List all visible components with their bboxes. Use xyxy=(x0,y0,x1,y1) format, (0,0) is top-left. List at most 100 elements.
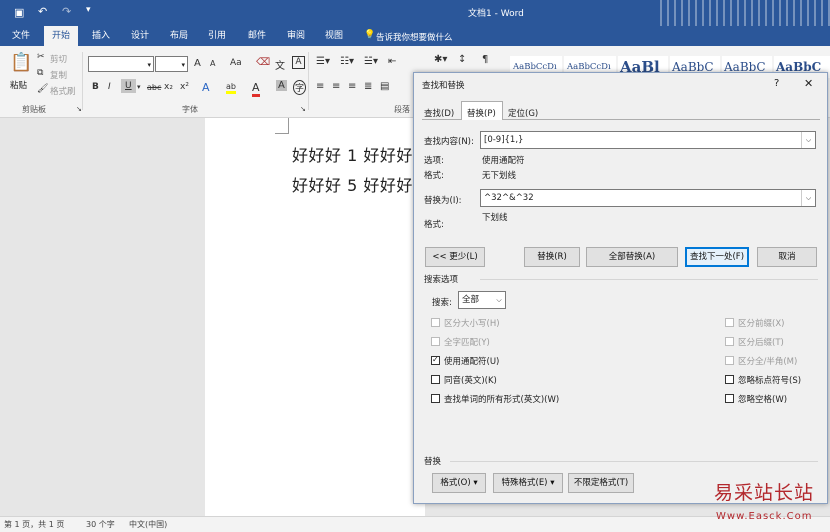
chevron-down-icon[interactable]: ⌵ xyxy=(493,292,505,308)
replace-format-value: 下划线 xyxy=(482,213,508,223)
underline-button[interactable]: U xyxy=(121,79,136,93)
align-center-icon[interactable]: ≡ xyxy=(332,81,340,92)
left-option-checkbox[interactable]: ✓ xyxy=(431,355,440,365)
format-painter-button[interactable]: 格式刷 xyxy=(50,85,76,97)
paste-icon[interactable]: 📋 xyxy=(10,52,32,73)
justify-icon[interactable]: ≣ xyxy=(364,81,372,92)
ribbon-separator xyxy=(308,52,309,110)
tell-me-box[interactable]: 告诉我你想要做什么 xyxy=(376,31,453,43)
right-option-checkbox[interactable] xyxy=(725,394,734,403)
no-format-button[interactable]: 不限定格式(T) xyxy=(568,473,634,493)
customize-qat-icon[interactable]: ▾ xyxy=(86,5,91,15)
strikethrough-button[interactable]: abc xyxy=(147,83,161,92)
clear-format-icon[interactable]: ⌫ xyxy=(256,57,270,68)
enclose-characters-icon[interactable]: 字 xyxy=(293,80,307,95)
lightbulb-icon: 💡 xyxy=(364,30,376,40)
font-launcher-icon[interactable]: ↘ xyxy=(300,105,306,113)
phonetic-guide-icon[interactable]: 文 xyxy=(275,57,285,72)
tab-replace[interactable]: 替换(P) xyxy=(467,107,496,119)
undo-icon[interactable]: ↶ xyxy=(38,5,47,18)
right-option-label: 忽略空格(W) xyxy=(738,395,788,405)
left-option-checkbox[interactable] xyxy=(431,318,440,327)
subscript-button[interactable]: x₂ xyxy=(164,82,173,92)
tab-home[interactable]: 开始 xyxy=(44,26,79,46)
right-option-checkbox[interactable] xyxy=(725,356,734,365)
align-left-icon[interactable]: ≡ xyxy=(316,81,324,92)
tab-find[interactable]: 查找(D) xyxy=(424,107,454,119)
sort-icon[interactable]: ✱▾ xyxy=(434,54,447,65)
tab-mailings[interactable]: 邮件 xyxy=(240,26,274,46)
cut-button[interactable]: 剪切 xyxy=(50,53,67,65)
find-input[interactable]: [0-9]{1,} ⌵ xyxy=(480,131,816,149)
copy-button[interactable]: 复制 xyxy=(50,69,67,81)
replace-format-label: 格式: xyxy=(424,220,444,230)
numbering-icon[interactable]: ☷▾ xyxy=(340,56,354,67)
redo-icon[interactable]: ↷ xyxy=(62,5,71,18)
tab-references[interactable]: 引用 xyxy=(200,26,234,46)
ribbon-tabs: 文件 开始 插入 设计 布局 引用 邮件 审阅 视图 💡 告诉我你想要做什么 xyxy=(0,26,830,46)
replace-button[interactable]: 替换(R) xyxy=(524,247,580,267)
char-shading-icon[interactable]: A xyxy=(276,80,287,91)
align-right-icon[interactable]: ≡ xyxy=(348,81,356,92)
tab-file[interactable]: 文件 xyxy=(4,26,38,46)
italic-button[interactable]: I xyxy=(108,82,111,92)
superscript-button[interactable]: x² xyxy=(180,82,189,92)
watermark-text: 易采站长站 xyxy=(714,482,815,504)
font-size-box[interactable]: ▾ xyxy=(155,56,188,72)
replace-dropdown-icon[interactable]: ⌵ xyxy=(801,190,815,206)
tab-layout[interactable]: 布局 xyxy=(162,26,196,46)
find-next-button[interactable]: 查找下一处(F) xyxy=(685,247,749,267)
bullets-icon[interactable]: ☰▾ xyxy=(316,56,330,67)
left-option-checkbox[interactable] xyxy=(431,375,440,384)
less-button[interactable]: << 更少(L) xyxy=(425,247,485,267)
tab-review[interactable]: 审阅 xyxy=(279,26,313,46)
doc-line-2: 好好好 5 好好好 xyxy=(292,176,413,195)
highlight-icon[interactable]: ab xyxy=(226,82,236,94)
grow-font-icon[interactable]: A xyxy=(194,58,201,69)
document-background xyxy=(0,118,205,516)
replace-input[interactable]: ^32^&^32 ⌵ xyxy=(480,189,816,207)
bold-button[interactable]: B xyxy=(92,82,99,92)
dialog-title: 查找和替换 xyxy=(422,81,465,91)
decrease-indent-icon[interactable]: ⇤ xyxy=(388,56,396,67)
tab-view[interactable]: 视图 xyxy=(317,26,351,46)
pilcrow-icon[interactable]: ¶ xyxy=(482,54,488,65)
save-icon[interactable]: ▣ xyxy=(14,6,24,19)
tab-goto[interactable]: 定位(G) xyxy=(508,107,538,119)
multilevel-list-icon[interactable]: ☱▾ xyxy=(364,56,378,67)
paste-button[interactable]: 粘贴 xyxy=(10,79,27,91)
search-direction-select[interactable]: 全部 ⌵ xyxy=(458,291,506,309)
document-page[interactable]: 好好好 1 好好好 好好好 5 好好好 xyxy=(205,118,425,516)
format-button[interactable]: 格式(O) ▾ xyxy=(432,473,486,493)
font-color-icon[interactable]: A xyxy=(252,81,260,97)
language-status[interactable]: 中文(中国) xyxy=(129,519,167,530)
right-option-checkbox[interactable] xyxy=(725,318,734,327)
close-icon[interactable]: ✕ xyxy=(804,77,813,90)
shrink-font-icon[interactable]: A xyxy=(210,59,215,68)
word-count[interactable]: 30 个字 xyxy=(86,519,115,530)
tab-design[interactable]: 设计 xyxy=(123,26,157,46)
left-option-checkbox[interactable] xyxy=(431,337,440,346)
help-button[interactable]: ? xyxy=(774,78,779,89)
font-group-label: 字体 xyxy=(182,105,198,114)
underline-dropdown-icon[interactable]: ▾ xyxy=(137,83,141,91)
left-option-checkbox[interactable] xyxy=(431,394,440,403)
text-effects-icon[interactable]: A xyxy=(202,81,210,94)
right-option-checkbox[interactable] xyxy=(725,337,734,346)
page-count[interactable]: 第 1 页，共 1 页 xyxy=(4,519,64,530)
replace-all-button[interactable]: 全部替换(A) xyxy=(586,247,678,267)
clipboard-launcher-icon[interactable]: ↘ xyxy=(76,105,82,113)
enclose-char-icon[interactable]: A xyxy=(292,56,305,69)
find-format-value: 无下划线 xyxy=(482,171,517,181)
show-marks-icon[interactable]: ↕ xyxy=(458,54,466,65)
right-option-checkbox[interactable] xyxy=(725,375,734,384)
special-format-button[interactable]: 特殊格式(E) ▾ xyxy=(493,473,563,493)
find-label: 查找内容(N): xyxy=(424,137,474,147)
tab-insert[interactable]: 插入 xyxy=(84,26,118,46)
change-case-icon[interactable]: Aa xyxy=(230,58,242,68)
distributed-icon[interactable]: ▤ xyxy=(380,81,389,92)
cancel-button[interactable]: 取消 xyxy=(757,247,817,267)
font-name-box[interactable]: ▾ xyxy=(88,56,154,72)
find-dropdown-icon[interactable]: ⌵ xyxy=(801,132,815,148)
checkmark-icon: ✓ xyxy=(432,355,439,364)
